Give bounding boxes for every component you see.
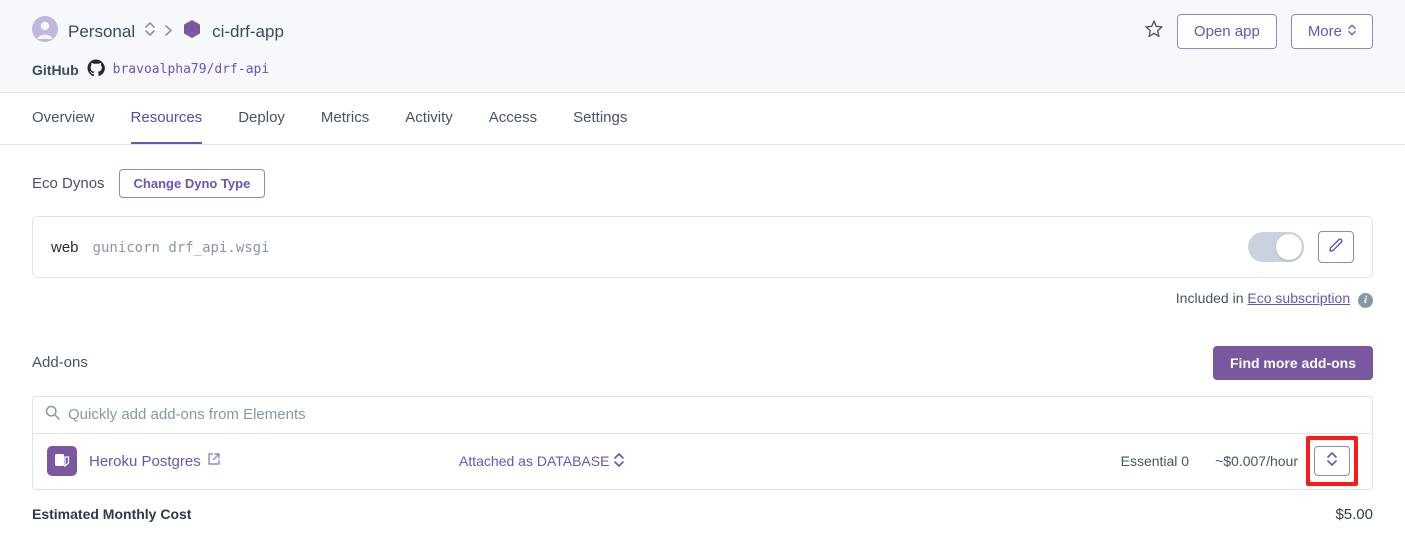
- eco-subscription-note: Included in Eco subscription i: [32, 290, 1373, 308]
- updown-icon: [1348, 23, 1356, 40]
- info-icon[interactable]: i: [1358, 293, 1373, 308]
- dyno-process-type: web: [51, 239, 79, 256]
- postgres-icon: [47, 446, 77, 476]
- github-icon: [87, 59, 105, 80]
- addon-item: Heroku Postgres Attached as DATABASE Ess…: [32, 434, 1373, 490]
- app-hex-icon: [182, 19, 202, 44]
- pencil-icon: [1328, 237, 1344, 258]
- eco-dynos-label: Eco Dynos: [32, 175, 105, 192]
- updown-icon: [614, 453, 624, 470]
- app-name[interactable]: ci-drf-app: [212, 22, 284, 42]
- tab-deploy[interactable]: Deploy: [238, 93, 285, 144]
- search-icon: [45, 405, 60, 425]
- dyno-toggle[interactable]: [1248, 232, 1304, 262]
- estimated-cost-value: $5.00: [1335, 506, 1373, 523]
- external-link-icon: [207, 452, 221, 470]
- tab-activity[interactable]: Activity: [405, 93, 453, 144]
- eco-subscription-link[interactable]: Eco subscription: [1247, 290, 1350, 306]
- addon-search-input[interactable]: [68, 406, 1360, 423]
- addons-label: Add-ons: [32, 354, 88, 371]
- estimated-cost-label: Estimated Monthly Cost: [32, 506, 191, 523]
- person-icon: [32, 16, 58, 47]
- change-dyno-type-button[interactable]: Change Dyno Type: [119, 169, 266, 198]
- addon-name-link[interactable]: Heroku Postgres: [89, 452, 459, 470]
- dyno-row: web gunicorn drf_api.wsgi: [32, 216, 1373, 278]
- breadcrumb: Personal ci-drf-app Open app More: [32, 14, 1373, 49]
- dyno-command: gunicorn drf_api.wsgi: [93, 240, 270, 256]
- addon-price: ~$0.007/hour: [1215, 453, 1298, 469]
- tab-access[interactable]: Access: [489, 93, 537, 144]
- github-label: GitHub: [32, 62, 79, 78]
- tab-resources[interactable]: Resources: [131, 93, 203, 144]
- addon-search[interactable]: [32, 396, 1373, 434]
- tabs: Overview Resources Deploy Metrics Activity Ac…: [0, 93, 1405, 145]
- updown-icon: [1327, 452, 1337, 471]
- star-icon[interactable]: [1145, 20, 1163, 43]
- highlighted-action: [1306, 436, 1358, 486]
- tab-overview[interactable]: Overview: [32, 93, 95, 144]
- addon-attached-as[interactable]: Attached as DATABASE: [459, 453, 1121, 470]
- addon-plan: Essential 0: [1121, 453, 1189, 469]
- find-more-addons-button[interactable]: Find more add-ons: [1213, 346, 1373, 380]
- chevron-right-icon: [165, 23, 172, 41]
- account-name[interactable]: Personal: [68, 22, 135, 42]
- edit-dyno-button[interactable]: [1318, 231, 1354, 263]
- more-button[interactable]: More: [1291, 14, 1373, 49]
- tab-metrics[interactable]: Metrics: [321, 93, 369, 144]
- tab-settings[interactable]: Settings: [573, 93, 627, 144]
- updown-icon[interactable]: [145, 22, 155, 41]
- github-repo-link[interactable]: bravoalpha79/drf-api: [113, 62, 270, 77]
- open-app-button[interactable]: Open app: [1177, 14, 1277, 49]
- addon-actions-button[interactable]: [1314, 446, 1350, 476]
